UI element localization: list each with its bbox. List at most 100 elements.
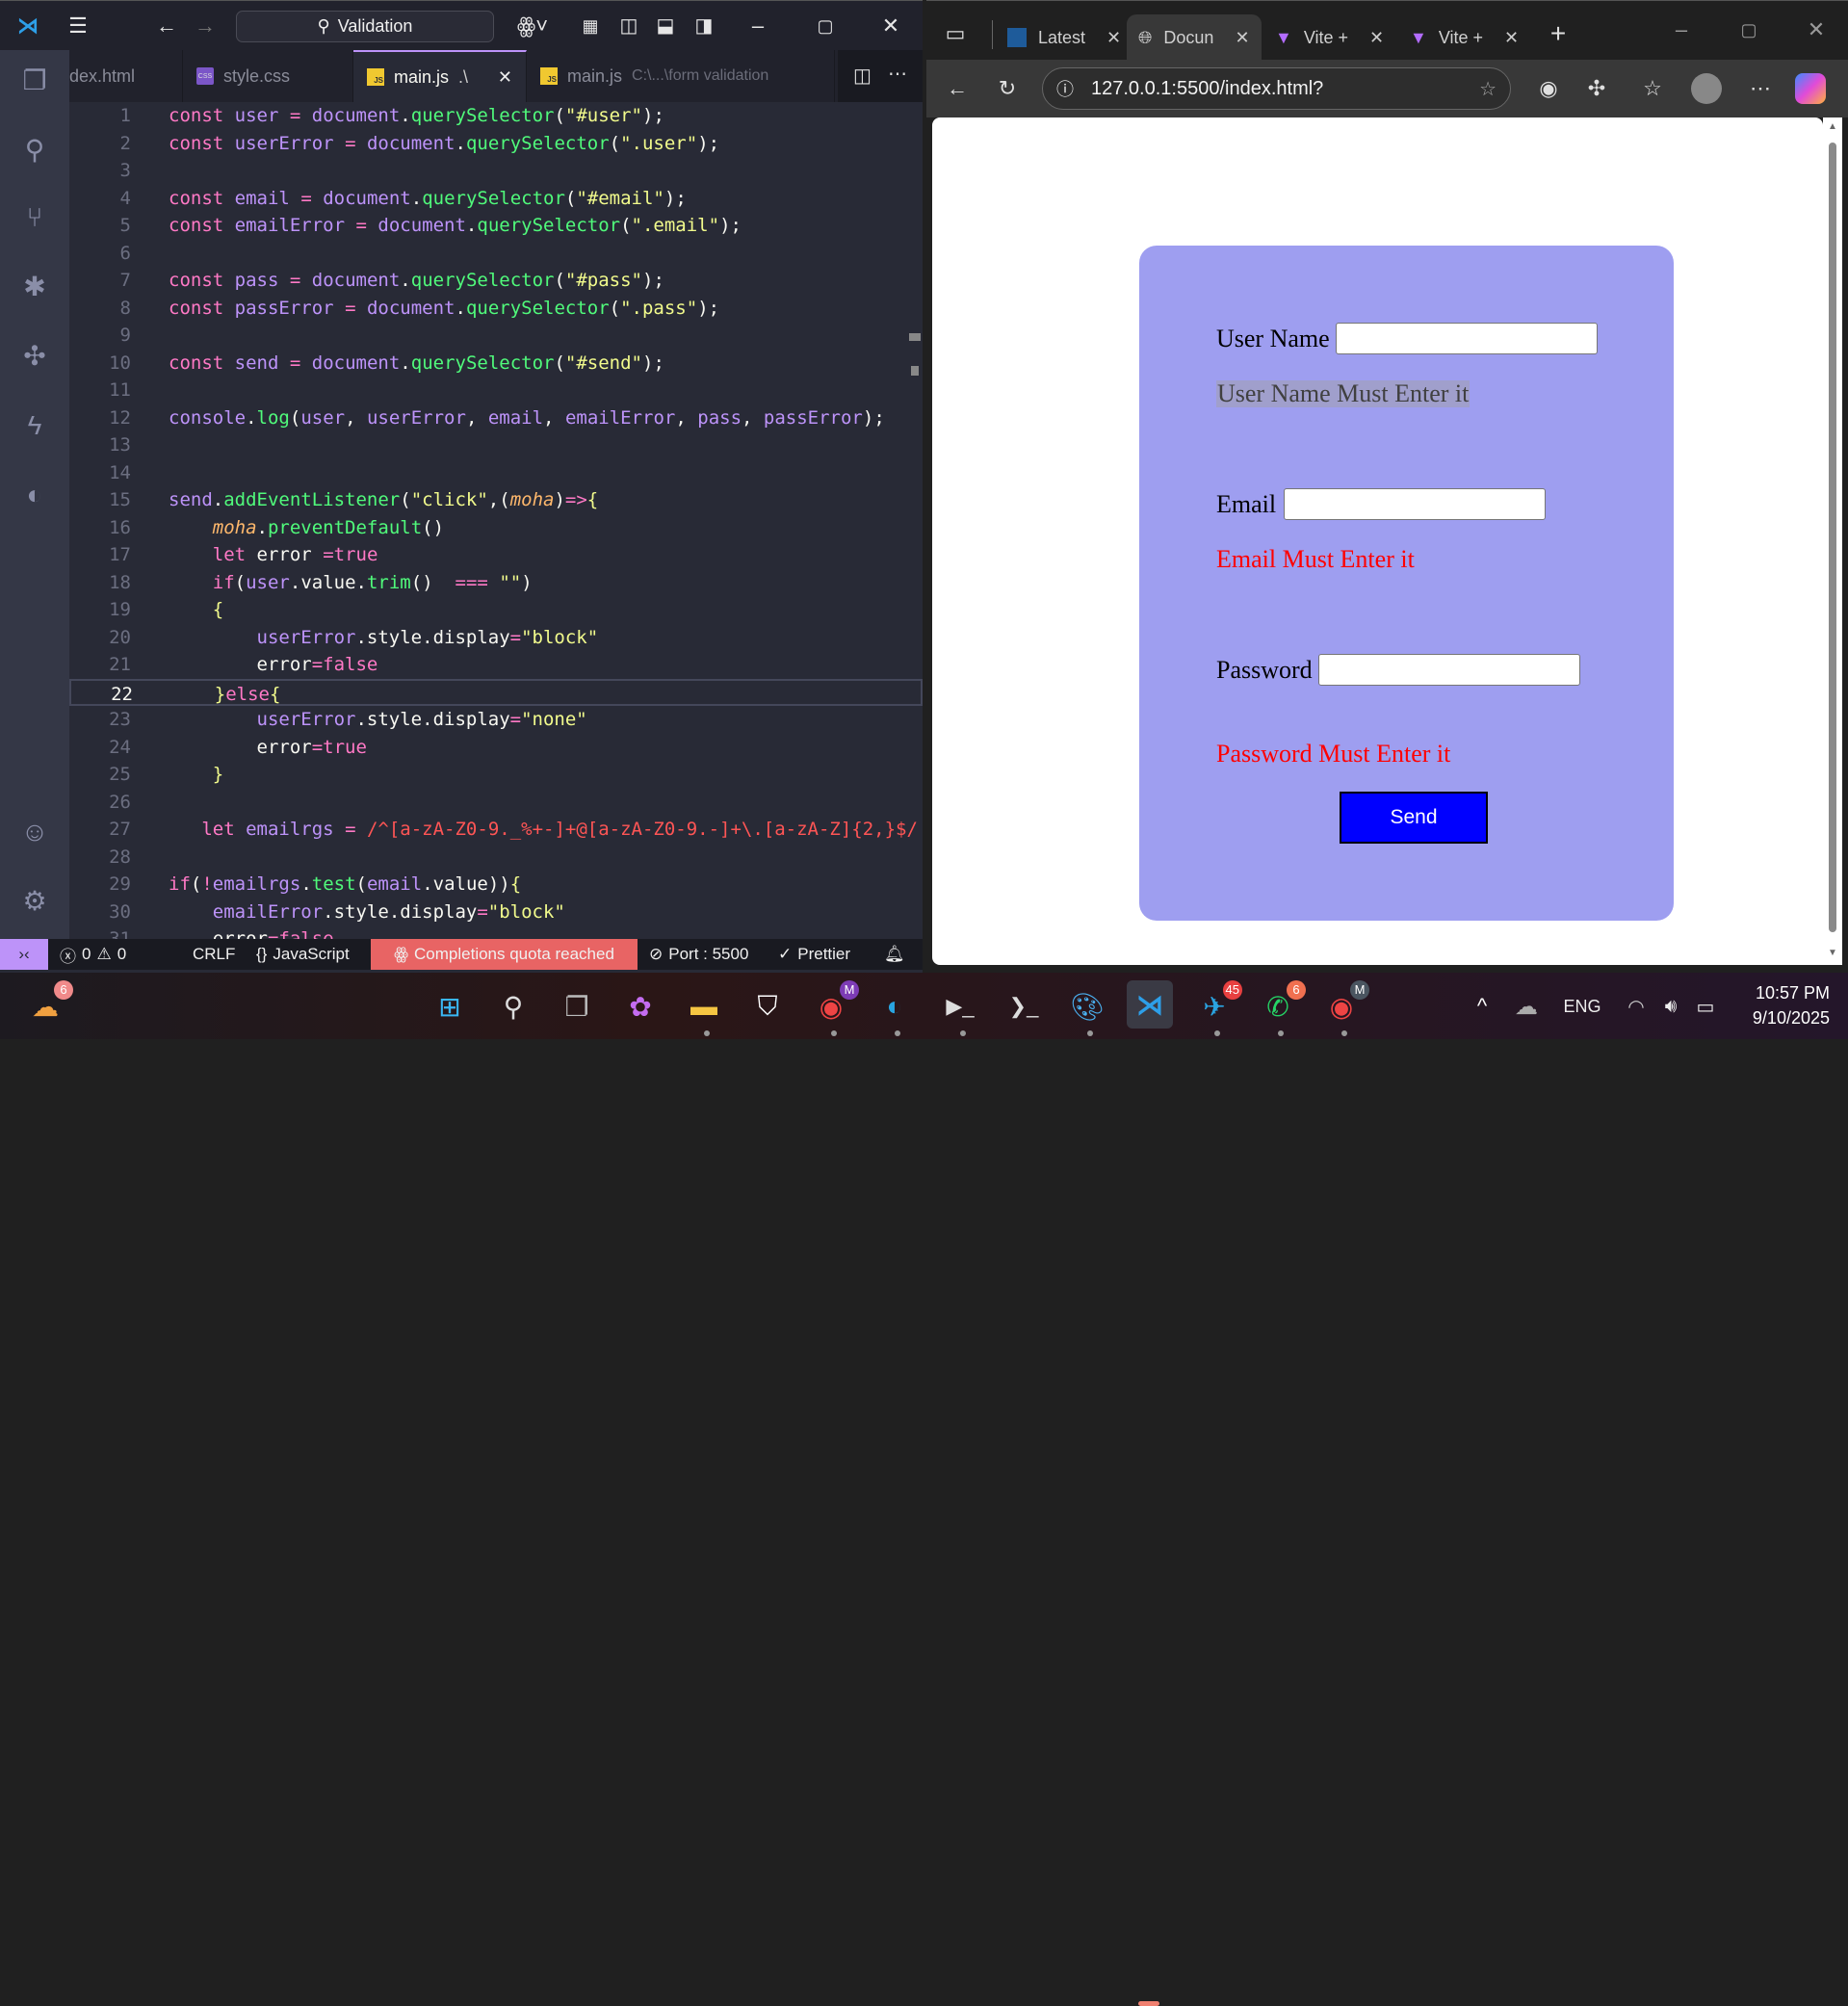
code-line[interactable]: 12 console.log(user, userError, email, em…: [69, 404, 923, 432]
command-center-search[interactable]: ⚲ Validation: [236, 11, 494, 42]
settings-gear-icon[interactable]: ⚙: [17, 884, 52, 919]
back-icon[interactable]: ←: [942, 73, 973, 104]
close-icon[interactable]: ✕: [1801, 14, 1832, 45]
split-editor-icon[interactable]: ◫: [853, 64, 872, 88]
code-line[interactable]: 26: [69, 789, 923, 817]
extension-icon[interactable]: ◉: [1533, 73, 1564, 104]
source-control-icon[interactable]: ⑂: [17, 200, 52, 235]
user-name-input[interactable]: [1336, 323, 1598, 354]
minimize-icon[interactable]: –: [1666, 14, 1697, 45]
search-button[interactable]: ⚲: [493, 986, 534, 1027]
maximize-icon[interactable]: ▢: [811, 13, 840, 39]
browser-tab-latest[interactable]: Latest ✕: [996, 14, 1132, 61]
telegram-icon[interactable]: ✈ 45: [1194, 980, 1242, 1027]
vscode-taskbar-icon[interactable]: ⋊: [1127, 980, 1173, 1029]
code-line[interactable]: 16 moha.preventDefault(): [69, 514, 923, 542]
profile-avatar[interactable]: [1691, 73, 1722, 104]
browser-tab-document-active[interactable]: 🌐︎ Docun ✕: [1127, 14, 1262, 61]
browser-tab-vite-1[interactable]: ▼ Vite + ✕: [1263, 14, 1395, 61]
code-line[interactable]: 30 emailError.style.display="block": [69, 899, 923, 926]
address-bar[interactable]: ⓘ 127.0.0.1:5500/index.html? ☆: [1042, 67, 1511, 110]
code-line[interactable]: 7 const pass = document.querySelector("#p…: [69, 267, 923, 295]
thunder-client-icon[interactable]: ϟ: [17, 408, 52, 443]
code-line[interactable]: 8 const passError = document.querySelecto…: [69, 295, 923, 323]
menu-icon[interactable]: ☰: [64, 13, 92, 39]
tab-close-icon[interactable]: ✕: [1504, 28, 1519, 48]
tab-main-js-form-validation[interactable]: JS main.js C:\...\form validation: [527, 50, 835, 102]
maximize-icon[interactable]: ▢: [1733, 14, 1764, 45]
code-line[interactable]: 28: [69, 844, 923, 872]
code-line[interactable]: 14: [69, 459, 923, 487]
code-line[interactable]: 24 error=true: [69, 734, 923, 762]
refresh-icon[interactable]: ↻: [992, 73, 1023, 104]
code-line[interactable]: 4 const email = document.querySelector("#…: [69, 185, 923, 213]
copilot-taskbar-icon[interactable]: ✿: [620, 986, 661, 1027]
tab-actions-icon[interactable]: ▭: [940, 18, 971, 49]
problems-indicator[interactable]: ⓧ 0 ⚠ 0: [60, 939, 126, 970]
code-line[interactable]: 31 error=false: [69, 925, 923, 939]
code-line[interactable]: 9: [69, 322, 923, 350]
scrollbar-thumb[interactable]: [1829, 143, 1836, 932]
prettier-status[interactable]: ✓ Prettier: [778, 939, 850, 970]
edge-icon[interactable]: ◐: [874, 986, 915, 1027]
code-line[interactable]: 19 {: [69, 596, 923, 624]
microsoft-store-icon[interactable]: ⛉: [747, 986, 788, 1027]
scroll-up-icon[interactable]: ▲: [1828, 121, 1837, 132]
back-arrow-icon[interactable]: ←: [152, 13, 181, 39]
extensions-puzzle-icon[interactable]: ✣: [1581, 73, 1612, 104]
code-line[interactable]: 22 }else{: [69, 678, 923, 706]
code-line[interactable]: 20 userError.style.display="block": [69, 624, 923, 652]
paint-icon[interactable]: 🎨︎: [1067, 986, 1107, 1027]
file-explorer-icon[interactable]: ▬: [684, 986, 724, 1027]
weather-widget[interactable]: ☁ 6: [25, 980, 73, 1027]
tab-style-css[interactable]: CSS style.css: [183, 50, 353, 102]
chrome-icon[interactable]: ◉ M: [811, 980, 859, 1027]
toggle-secondary-sidebar-icon[interactable]: ◨: [690, 13, 718, 39]
live-server-port[interactable]: ⊘ Port : 5500: [649, 939, 748, 970]
remote-indicator[interactable]: ›‹: [0, 939, 48, 970]
code-line[interactable]: 23 userError.style.display="none": [69, 706, 923, 734]
clock[interactable]: 10:57 PM 9/10/2025: [1733, 980, 1830, 1030]
favorites-icon[interactable]: ☆: [1637, 73, 1668, 104]
terminal-icon[interactable]: ▶_: [940, 986, 980, 1027]
copilot-status[interactable]: ꙮ Completions quota reached: [371, 939, 638, 970]
page-scrollbar[interactable]: ▲ ▼: [1823, 117, 1842, 965]
settings-more-icon[interactable]: ⋯: [1745, 73, 1776, 104]
new-tab-icon[interactable]: +: [1543, 18, 1574, 49]
code-line[interactable]: 27 let emailrgs = /^[a-zA-Z0-9._%+-]+@[a…: [69, 816, 923, 844]
copilot-icon[interactable]: [1795, 73, 1826, 104]
toggle-primary-sidebar-icon[interactable]: ◫: [614, 13, 643, 39]
powershell-icon[interactable]: ❯_: [1003, 986, 1044, 1027]
start-button[interactable]: ⊞: [429, 986, 470, 1027]
code-line[interactable]: 3: [69, 157, 923, 185]
language-indicator[interactable]: ENG: [1560, 986, 1604, 1027]
eol-indicator[interactable]: CRLF: [193, 939, 235, 970]
code-line[interactable]: 25 }: [69, 761, 923, 789]
browser-tab-vite-2[interactable]: ▼ Vite + ✕: [1398, 14, 1530, 61]
more-actions-icon[interactable]: ⋯: [888, 62, 907, 86]
code-line[interactable]: 17 let error =true: [69, 541, 923, 569]
tab-close-icon[interactable]: ✕: [498, 67, 512, 88]
tab-index-html[interactable]: dex.html: [56, 50, 183, 102]
notifications-bell-icon[interactable]: 🔔︎: [884, 939, 905, 970]
search-icon[interactable]: ⚲: [17, 133, 52, 168]
remote-explorer-icon[interactable]: ◐: [17, 478, 52, 512]
scroll-down-icon[interactable]: ▼: [1828, 948, 1837, 958]
code-line[interactable]: 15 send.addEventListener("click",(moha)=>…: [69, 486, 923, 514]
tab-close-icon[interactable]: ✕: [1106, 28, 1121, 48]
code-line[interactable]: 21 error=false: [69, 651, 923, 679]
forward-arrow-icon[interactable]: →: [191, 13, 220, 39]
language-mode[interactable]: {} JavaScript: [256, 939, 350, 970]
code-editor[interactable]: 1 const user = document.querySelector("#u…: [69, 102, 923, 939]
password-input[interactable]: [1318, 654, 1580, 686]
code-line[interactable]: 6: [69, 240, 923, 268]
site-info-icon[interactable]: ⓘ: [1056, 76, 1074, 101]
show-hidden-icons-chevron[interactable]: ^: [1462, 986, 1502, 1027]
code-line[interactable]: 2 const userError = document.querySelecto…: [69, 130, 923, 158]
customize-layout-icon[interactable]: ▦: [576, 13, 605, 39]
whatsapp-icon[interactable]: ✆ 6: [1258, 980, 1306, 1027]
toggle-panel-icon[interactable]: ⬓: [651, 13, 680, 39]
code-line[interactable]: 5 const emailError = document.querySelect…: [69, 212, 923, 240]
explorer-icon[interactable]: ❐: [17, 64, 52, 98]
code-line[interactable]: 29 if(!emailrgs.test(email.value)){: [69, 871, 923, 899]
